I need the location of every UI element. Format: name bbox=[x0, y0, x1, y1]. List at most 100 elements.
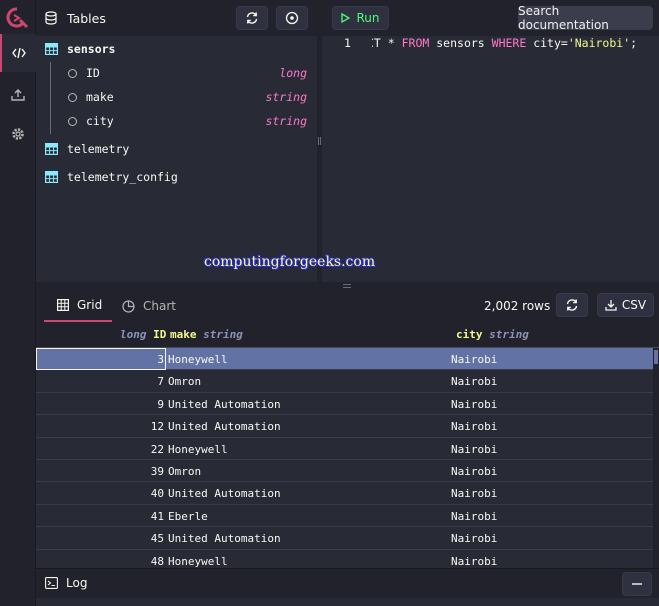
results-grid[interactable]: long ID make string city string 3 Honeyw… bbox=[36, 322, 659, 568]
column-icon bbox=[68, 93, 77, 102]
column-icon bbox=[68, 69, 77, 78]
tables-panel: Tables sensors ID long make string city … bbox=[36, 0, 317, 282]
cell-city: Nairobi bbox=[451, 420, 498, 434]
table-row[interactable]: 7 Omron Nairobi bbox=[36, 370, 653, 393]
bottom-strip bbox=[36, 598, 659, 606]
table-row[interactable]: 45 United Automation Nairobi bbox=[36, 527, 653, 550]
table-row[interactable]: 48 Honeywell Nairobi bbox=[36, 550, 653, 568]
table-row[interactable]: 12 United Automation Nairobi bbox=[36, 415, 653, 438]
column-city[interactable]: city string bbox=[36, 110, 317, 132]
csv-label: CSV bbox=[621, 298, 647, 312]
upload-icon bbox=[11, 88, 25, 101]
grid-icon bbox=[57, 299, 69, 311]
tab-grid[interactable]: Grid bbox=[44, 290, 112, 322]
line-number: 1 bbox=[344, 36, 351, 50]
column-type: string bbox=[265, 90, 307, 104]
code-text: city= bbox=[526, 36, 568, 50]
refresh-results-button[interactable] bbox=[556, 293, 588, 317]
csv-download-button[interactable]: CSV bbox=[597, 293, 654, 317]
cell-id: 12 bbox=[150, 420, 164, 434]
cell-id: 41 bbox=[150, 509, 164, 523]
table-icon bbox=[45, 143, 58, 155]
column-name: ID bbox=[153, 328, 167, 341]
questdb-logo bbox=[6, 7, 30, 29]
column-name: city bbox=[86, 114, 114, 128]
refresh-tables-button[interactable] bbox=[236, 6, 268, 30]
cell-make: Honeywell bbox=[168, 353, 228, 366]
table-row[interactable]: 9 United Automation Nairobi bbox=[36, 393, 653, 416]
table-row[interactable]: 40 United Automation Nairobi bbox=[36, 482, 653, 505]
horizontal-splitter[interactable] bbox=[36, 282, 659, 290]
column-header-make[interactable]: make string bbox=[170, 328, 243, 341]
column-make[interactable]: make string bbox=[36, 86, 317, 108]
cell-id: 3 bbox=[157, 353, 164, 366]
cell-id: 22 bbox=[150, 442, 164, 456]
cell-make: Honeywell bbox=[168, 442, 228, 456]
table-icon bbox=[45, 171, 58, 183]
tab-label: Chart bbox=[143, 299, 176, 313]
table-row[interactable]: 22 Honeywell Nairobi bbox=[36, 438, 653, 460]
import-nav[interactable] bbox=[0, 75, 36, 113]
cell-make: Eberle bbox=[168, 509, 208, 523]
column-name: ID bbox=[86, 66, 100, 80]
table-row[interactable]: 39 Omron Nairobi bbox=[36, 460, 653, 483]
cell-city: Nairobi bbox=[451, 465, 498, 478]
code-text: CT * bbox=[367, 36, 402, 50]
tables-header: Tables bbox=[36, 0, 317, 36]
cell-id: 7 bbox=[157, 375, 164, 389]
table-telemetry-config[interactable]: telemetry_config bbox=[36, 166, 317, 188]
scrollbar-thumb[interactable] bbox=[654, 350, 658, 364]
cell-make: United Automation bbox=[168, 487, 281, 501]
cell-make: United Automation bbox=[168, 532, 281, 546]
download-icon bbox=[605, 299, 617, 311]
code-text: sensors bbox=[429, 36, 492, 50]
results-panel: Grid Chart 2,002 rows CSV long ID make s… bbox=[36, 290, 659, 568]
grid-header: long ID make string city string bbox=[36, 322, 659, 348]
string-literal: 'Nairobi' bbox=[567, 36, 631, 50]
column-header-id[interactable]: long ID bbox=[120, 328, 166, 341]
minimize-log-button[interactable] bbox=[622, 572, 652, 596]
table-icon bbox=[45, 43, 58, 55]
pie-chart-icon bbox=[122, 299, 135, 313]
code-editor-nav[interactable] bbox=[0, 34, 36, 72]
column-type: long bbox=[120, 328, 147, 341]
table-row[interactable]: 3 Honeywell Nairobi bbox=[36, 348, 653, 371]
gutter: 1 bbox=[322, 36, 372, 50]
log-label: Log bbox=[66, 576, 88, 590]
refresh-icon bbox=[245, 11, 259, 25]
cell-city: Nairobi bbox=[451, 532, 498, 546]
minus-icon bbox=[632, 583, 642, 585]
cell-city: Nairobi bbox=[451, 397, 498, 411]
run-button[interactable]: Run bbox=[332, 6, 389, 30]
cell-make: Omron bbox=[168, 375, 202, 389]
keyword-from: FROM bbox=[401, 36, 430, 50]
tab-chart[interactable]: Chart bbox=[120, 290, 176, 322]
gear-icon bbox=[11, 127, 25, 141]
table-name: sensors bbox=[67, 42, 116, 56]
log-panel: Log bbox=[36, 568, 659, 598]
table-telemetry[interactable]: telemetry bbox=[36, 138, 317, 160]
cell-id: 39 bbox=[150, 465, 164, 478]
search-documentation-button[interactable]: Search documentation bbox=[518, 4, 653, 32]
column-header-city[interactable]: city string bbox=[456, 328, 529, 341]
keyword-where: WHERE bbox=[491, 36, 527, 50]
watermark: computingforgeeks.com bbox=[204, 254, 376, 270]
column-type: long bbox=[279, 66, 307, 80]
cell-id: 9 bbox=[157, 397, 164, 411]
cell-city: Nairobi bbox=[451, 487, 498, 501]
cell-city: Nairobi bbox=[451, 353, 498, 366]
cell-id: 48 bbox=[150, 554, 164, 568]
locate-button[interactable] bbox=[276, 6, 308, 30]
table-sensors[interactable]: sensors bbox=[36, 38, 317, 60]
settings-nav[interactable] bbox=[0, 115, 36, 153]
code-line[interactable]: CT * FROM sensors WHERE city='Nairobi'; bbox=[322, 36, 659, 50]
column-type: string bbox=[265, 114, 307, 128]
grid-scrollbar[interactable] bbox=[653, 348, 659, 568]
query-editor[interactable]: Run Search documentation CT * FROM senso… bbox=[322, 0, 659, 282]
cell-make: United Automation bbox=[168, 397, 281, 411]
column-type: string bbox=[203, 328, 243, 341]
table-row[interactable]: 41 Eberle Nairobi bbox=[36, 505, 653, 528]
cell-city: Nairobi bbox=[451, 442, 498, 456]
column-id[interactable]: ID long bbox=[36, 62, 317, 84]
refresh-icon bbox=[565, 298, 579, 312]
